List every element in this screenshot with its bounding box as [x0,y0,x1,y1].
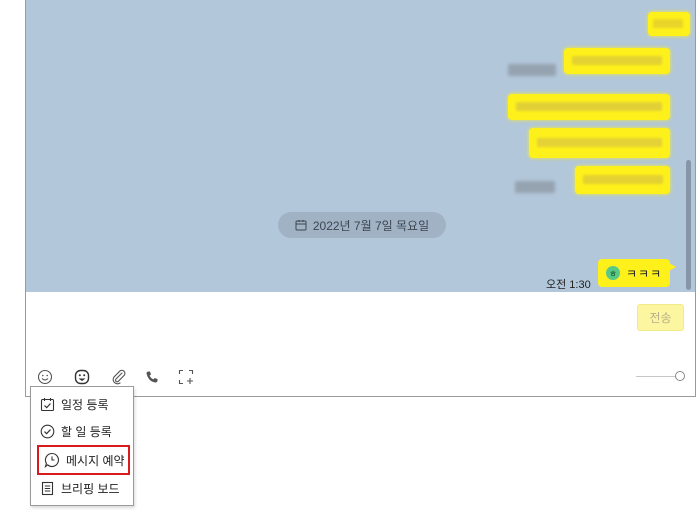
menu-item-label: 브리핑 보드 [61,481,120,496]
date-divider-label: 2022년 7월 7일 목요일 [312,218,430,233]
message-bubble-blurred[interactable] [508,94,670,120]
message-bubble-blurred[interactable] [564,48,670,74]
message-input[interactable]: 전송 [26,292,695,396]
menu-item-label: 메시지 예약 [66,453,125,468]
chat-window: 2022년 7월 7일 목요일 오전 1:30 ㅎ ㅋㅋㅋ 전송 [25,0,696,397]
check-circle-icon [40,424,55,439]
my-message-bubble[interactable]: ㅎ ㅋㅋㅋ [598,259,676,287]
sticker-icon[interactable] [73,368,91,386]
message-time-blurred [508,64,556,76]
message-bubble-blurred[interactable] [575,166,670,194]
menu-item-label: 일정 등록 [61,397,109,412]
menu-item-reserve-message[interactable]: 메시지 예약 [37,445,130,475]
date-divider: 2022년 7월 7일 목요일 [278,212,446,238]
menu-item-label: 할 일 등록 [61,424,112,439]
document-icon [40,481,55,496]
attach-icon[interactable] [110,368,128,386]
menu-item-todo[interactable]: 할 일 등록 [35,419,129,443]
message-time: 오전 1:30 [546,279,591,291]
capture-icon[interactable] [177,368,195,386]
menu-item-schedule[interactable]: 일정 등록 [35,392,129,416]
message-time-blurred [515,181,555,193]
send-button[interactable]: 전송 [637,304,684,331]
calendar-check-icon [40,397,55,412]
plus-menu-popup: 일정 등록 할 일 등록 메시지 예약 브리핑 보드 [30,386,134,506]
font-size-slider-track[interactable] [636,376,680,377]
message-text: ㅋㅋㅋ [626,266,663,281]
message-bubble-blurred[interactable] [648,12,690,36]
clock-bubble-icon [44,452,60,468]
menu-item-briefing-board[interactable]: 브리핑 보드 [35,476,129,500]
emoji-badge: ㅎ [606,266,620,280]
calendar-icon [295,219,307,231]
chat-message-area[interactable]: 2022년 7월 7일 목요일 오전 1:30 ㅎ ㅋㅋㅋ [26,0,695,292]
emoticon-icon[interactable] [36,368,54,386]
font-size-slider-knob[interactable] [675,371,685,381]
scrollbar-thumb[interactable] [686,160,691,290]
message-bubble-blurred[interactable] [529,128,670,158]
phone-icon[interactable] [143,368,161,386]
